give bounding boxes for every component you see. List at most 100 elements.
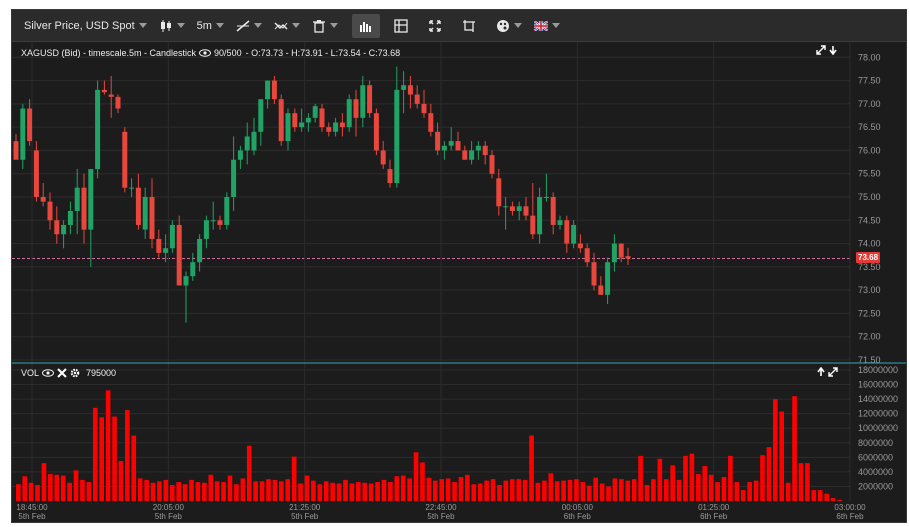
candlestick-type-icon [160,19,171,32]
candle-down [47,201,53,221]
volume-bar [214,481,220,501]
candle-down [54,220,60,235]
volume-bars-icon [359,21,371,32]
fit-chart-button[interactable] [456,14,482,38]
volume-bar [118,460,124,501]
fullscreen-button[interactable] [422,14,448,38]
volume-bar [497,484,502,501]
candle-down [122,131,128,188]
volume-bar [715,482,720,501]
candle-down [591,262,597,286]
price-tick-label: 76.00 [858,145,881,155]
volume-bar [779,411,785,501]
candle-up [312,106,318,118]
candle-down [489,155,495,174]
volume-bar [426,477,432,501]
delete-dropdown[interactable] [306,14,344,38]
eye-icon[interactable] [42,369,55,377]
candle-up [305,117,311,123]
volume-bar [67,482,72,501]
volume-bar [73,470,79,501]
draw-line-dropdown[interactable] [230,14,268,38]
volume-bar [234,484,239,501]
volume-bar [535,482,541,501]
volume-toggle-button[interactable] [351,13,380,38]
axes: 71.5072.0072.5073.0073.5074.0074.5075.00… [12,29,906,521]
volume-bar [503,480,509,501]
candle-down [326,127,332,132]
volume-bar [708,474,714,501]
layout-button[interactable] [388,14,414,38]
candle-up [203,220,209,239]
candle-down [509,206,515,211]
volume-bar [516,479,522,501]
volume-bar [54,474,60,501]
candle-down [577,243,583,249]
date-tick-label: 6th Feb [564,512,592,521]
candle-down [380,150,386,165]
volume-tick-label: 8000000 [858,438,893,448]
volume-bar [766,447,772,501]
volume-bar [227,475,233,501]
price-tick-label: 74.50 [858,215,881,225]
interval-dropdown[interactable]: 5m [191,14,230,38]
candle-down [387,169,393,184]
candle-up [516,206,522,211]
volume-tick-label: 18000000 [858,365,898,375]
eye-icon[interactable] [199,49,212,57]
volume-bar [644,484,650,501]
symbol-dropdown[interactable]: Silver Price, USD Spot [18,14,153,38]
volume-bar [619,479,624,501]
candle-up [169,224,175,249]
interval-label: 5m [196,19,212,32]
candle-up [394,89,400,184]
volume-bar [16,484,21,501]
candle-down [115,96,121,109]
expand-icon[interactable] [816,45,826,55]
date-tick-label: 5th Feb [427,512,455,521]
candle-up [333,122,339,132]
gear-icon[interactable] [70,368,80,378]
expand-icon[interactable] [828,367,838,377]
volume-bar [86,482,92,501]
chevron-down-icon [291,23,300,28]
volume-bar [176,482,182,501]
volume-bar [554,481,560,501]
candle-down [435,131,441,151]
candle-up [237,150,243,160]
volume-bar [663,479,669,501]
time-tick-label: 22:45:00 [425,503,457,512]
uk-flag-icon [533,20,548,31]
chart-type-dropdown[interactable] [153,14,191,38]
volume-bar [125,410,130,501]
volume-bar [375,482,380,501]
volume-bar [471,484,477,501]
volume-pane-controls [816,367,838,377]
volume-bar [202,482,207,501]
language-dropdown[interactable] [528,14,566,38]
volume-bar [593,477,599,501]
candle-down [496,178,502,207]
candle-up [95,89,101,170]
palette-icon [496,19,509,32]
volume-bar [721,476,727,501]
volume-bar [657,458,663,501]
volume-bar [612,478,618,501]
volume-bar [574,479,579,501]
candle-up [557,220,563,225]
volume-info-bar: VOL 795000 [21,368,116,378]
volume-bar [413,452,419,501]
price-tick-label: 72.00 [858,332,881,342]
price-tick-label: 75.50 [858,169,881,179]
close-icon[interactable] [57,368,67,378]
volume-bar [561,480,566,501]
arrow-up-icon[interactable] [816,367,826,377]
date-tick-label: 5th Feb [18,512,46,521]
theme-dropdown[interactable] [490,14,528,38]
candle-down [618,243,624,258]
candle-down [101,89,107,93]
candle-down [27,108,33,142]
candle-up [197,238,203,263]
arrow-down-icon[interactable] [828,45,838,55]
indicators-dropdown[interactable] [268,14,306,38]
